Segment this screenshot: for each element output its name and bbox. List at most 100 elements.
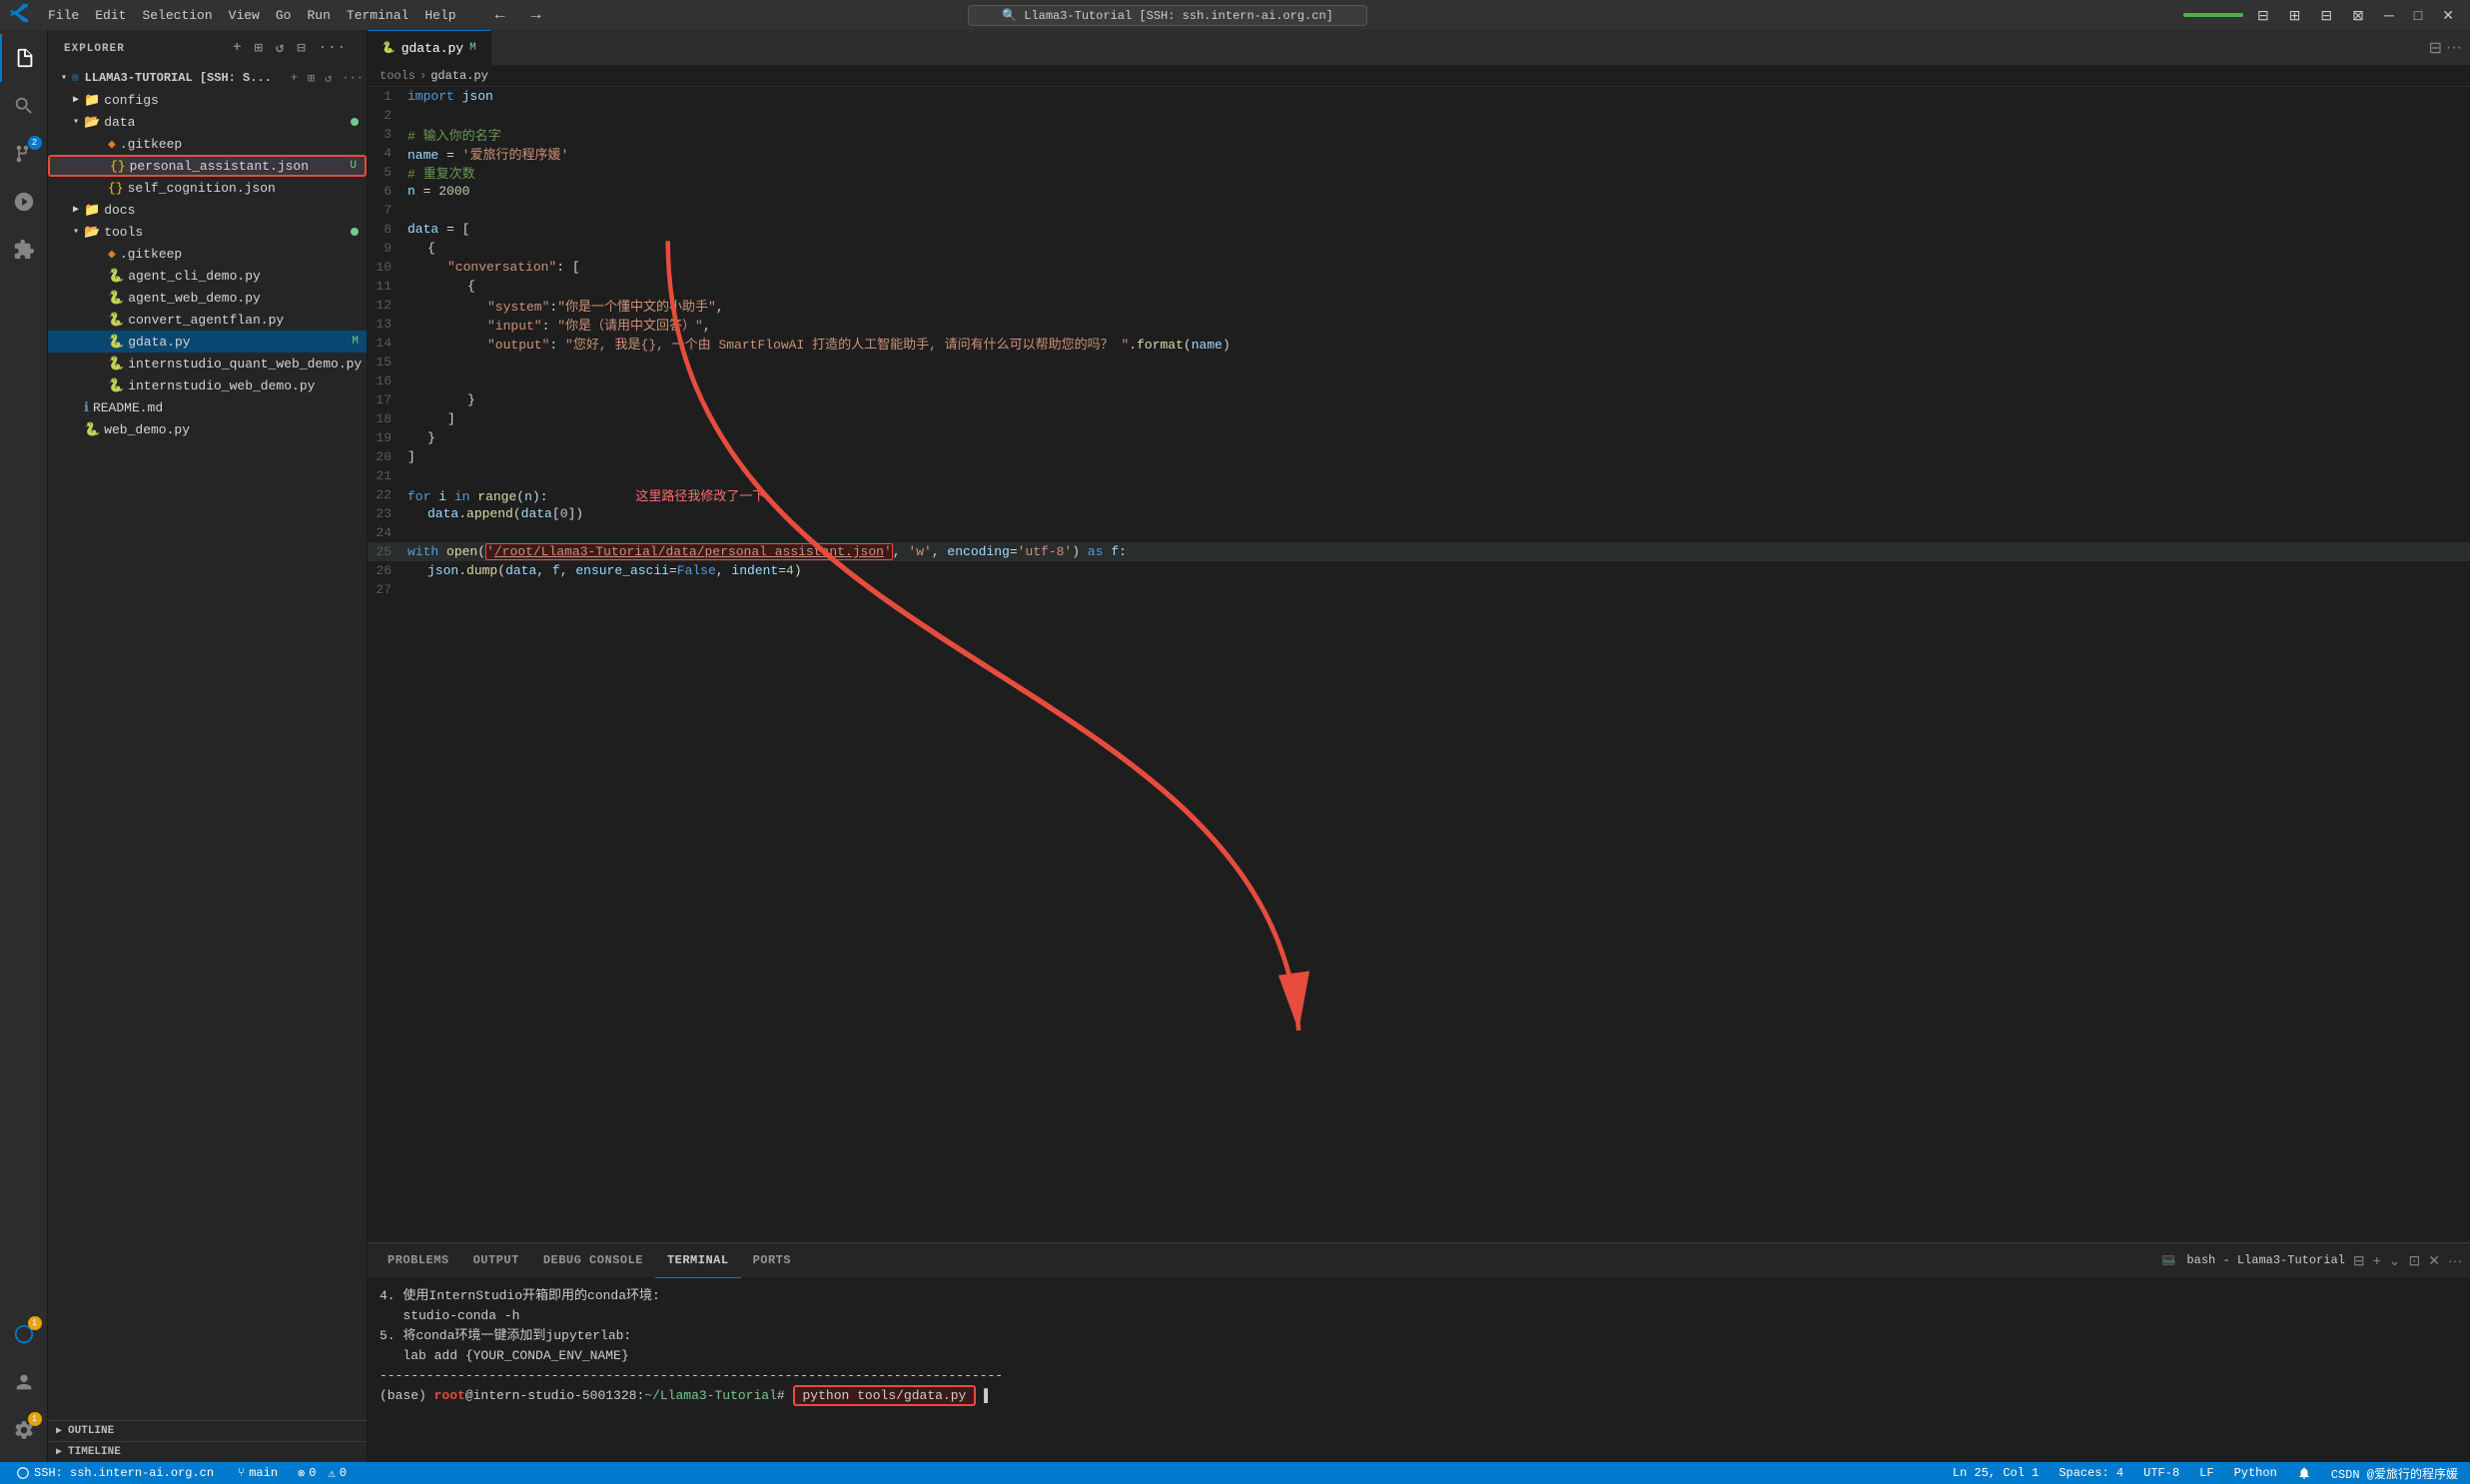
tree-item-personal-assistant[interactable]: {} personal_assistant.json U bbox=[48, 155, 367, 177]
code-line-11: 11 { bbox=[368, 277, 2470, 296]
nav-back-button[interactable]: ← bbox=[486, 4, 514, 26]
status-errors[interactable]: ⊗ 0 ⚠ 0 bbox=[294, 1466, 351, 1481]
status-csdn-label: CSDN @爱旅行的程序媛 bbox=[2331, 1465, 2458, 1482]
tree-item-agent-cli[interactable]: 🐍 agent_cli_demo.py bbox=[48, 265, 367, 287]
split-terminal-icon[interactable]: ⊟ bbox=[2353, 1252, 2365, 1269]
panel-tab-ports[interactable]: PORTS bbox=[741, 1243, 804, 1278]
close-panel-icon[interactable]: ✕ bbox=[2428, 1252, 2440, 1269]
breadcrumb-filename[interactable]: gdata.py bbox=[430, 69, 488, 83]
menu-terminal[interactable]: Terminal bbox=[347, 8, 409, 23]
collapse-all-icon[interactable]: ⊟ bbox=[293, 38, 310, 59]
tree-item-data[interactable]: ▾ 📂 data bbox=[48, 111, 367, 133]
timeline-header[interactable]: ▶ TIMELINE bbox=[48, 1442, 367, 1462]
refresh-icon[interactable]: ↺ bbox=[272, 38, 289, 59]
menu-help[interactable]: Help bbox=[424, 8, 455, 23]
window-restore-button[interactable]: □ bbox=[2408, 5, 2428, 25]
new-folder-icon[interactable]: ⊞ bbox=[250, 38, 267, 59]
maximize-panel-icon[interactable]: ⊡ bbox=[2409, 1252, 2421, 1269]
menu-file[interactable]: File bbox=[48, 8, 79, 23]
data-folder-icon: 📂 bbox=[84, 115, 100, 130]
timeline-section: ▶ TIMELINE bbox=[48, 1441, 367, 1462]
progress-bar bbox=[2183, 13, 2243, 17]
window-close-button[interactable]: ✕ bbox=[2436, 5, 2460, 26]
menu-view[interactable]: View bbox=[229, 8, 260, 23]
tab-gdata-py[interactable]: 🐍 gdata.py M bbox=[368, 30, 491, 65]
tree-item-internstudio-quant[interactable]: 🐍 internstudio_quant_web_demo.py bbox=[48, 353, 367, 374]
panel-tab-terminal[interactable]: TERMINAL bbox=[655, 1243, 741, 1278]
status-remote[interactable]: SSH: ssh.intern-ai.org.cn bbox=[8, 1466, 222, 1480]
personal-assistant-icon: {} bbox=[110, 159, 126, 174]
terminal-line-lab: lab add {YOUR_CONDA_ENV_NAME} bbox=[380, 1346, 2458, 1366]
panel-tab-problems[interactable]: PROBLEMS bbox=[376, 1243, 461, 1278]
outline-header[interactable]: ▶ OUTLINE bbox=[48, 1421, 367, 1441]
refresh-root-icon[interactable]: ↺ bbox=[322, 71, 335, 86]
status-line-col-label: Ln 25, Col 1 bbox=[1953, 1466, 2039, 1480]
tree-item-self-cognition[interactable]: {} self_cognition.json bbox=[48, 177, 367, 199]
more-panel-icon[interactable]: ··· bbox=[2448, 1252, 2462, 1268]
tab-gdata-label: gdata.py bbox=[402, 41, 463, 56]
activity-source-control-icon[interactable]: 2 bbox=[0, 130, 48, 178]
status-spaces[interactable]: Spaces: 4 bbox=[2055, 1466, 2127, 1480]
menu-run[interactable]: Run bbox=[307, 8, 330, 23]
status-notifications[interactable] bbox=[2293, 1466, 2315, 1480]
activity-account-icon[interactable] bbox=[0, 1358, 48, 1406]
tree-item-agent-web[interactable]: 🐍 agent_web_demo.py bbox=[48, 287, 367, 309]
nav-forward-button[interactable]: → bbox=[522, 4, 550, 26]
more-actions-icon[interactable]: ··· bbox=[315, 38, 351, 59]
activity-remote-icon[interactable]: 1 bbox=[0, 1310, 48, 1358]
activity-search-icon[interactable] bbox=[0, 82, 48, 130]
panel-tabs: PROBLEMS OUTPUT DEBUG CONSOLE TERMINAL P… bbox=[368, 1243, 2470, 1278]
tree-item-readme[interactable]: ℹ README.md bbox=[48, 396, 367, 418]
split-editor-icon[interactable]: ⊞ bbox=[2283, 5, 2307, 26]
terminal-dropdown-icon[interactable]: ⌄ bbox=[2389, 1252, 2401, 1269]
panel-tab-debug-console[interactable]: DEBUG CONSOLE bbox=[531, 1243, 655, 1278]
search-bar[interactable]: 🔍 Llama3-Tutorial [SSH: ssh.intern-ai.or… bbox=[968, 5, 1367, 26]
tree-item-configs[interactable]: ▶ 📁 configs bbox=[48, 89, 367, 111]
titlebar-right: ⊟ ⊞ ⊟ ⊠ ─ □ ✕ bbox=[2183, 5, 2460, 26]
menu-selection[interactable]: Selection bbox=[142, 8, 212, 23]
panel-layout-icon[interactable]: ⊟ bbox=[2314, 5, 2338, 26]
status-csdn[interactable]: CSDN @爱旅行的程序媛 bbox=[2327, 1465, 2462, 1482]
breadcrumb-tools[interactable]: tools bbox=[380, 69, 415, 83]
split-editor-right-icon[interactable]: ⊟ bbox=[2429, 38, 2442, 58]
gitkeep-tools-label: .gitkeep bbox=[120, 247, 367, 262]
more-editor-actions-icon[interactable]: ··· bbox=[2446, 38, 2462, 58]
tree-item-gitkeep-data[interactable]: ◆ .gitkeep bbox=[48, 133, 367, 155]
new-file-icon[interactable]: + bbox=[229, 38, 246, 59]
personal-assistant-label: personal_assistant.json bbox=[130, 159, 351, 174]
menu-edit[interactable]: Edit bbox=[95, 8, 126, 23]
custom-layout-icon[interactable]: ⊠ bbox=[2346, 5, 2370, 26]
code-editor[interactable]: 1 import json 2 3 # 输入你的名字 4 bbox=[368, 87, 2470, 1242]
bash-icon: bash bbox=[2161, 1253, 2175, 1267]
activity-files-icon[interactable] bbox=[0, 34, 48, 82]
status-line-col[interactable]: Ln 25, Col 1 bbox=[1949, 1466, 2043, 1480]
status-branch[interactable]: ⑂ main bbox=[234, 1466, 282, 1480]
tree-item-docs[interactable]: ▶ 📁 docs bbox=[48, 199, 367, 221]
status-encoding[interactable]: UTF-8 bbox=[2139, 1466, 2183, 1480]
activity-run-debug-icon[interactable] bbox=[0, 178, 48, 226]
tree-item-convert[interactable]: 🐍 convert_agentflan.py bbox=[48, 309, 367, 331]
layout-icon[interactable]: ⊟ bbox=[2251, 5, 2275, 26]
tree-item-web-demo[interactable]: 🐍 web_demo.py bbox=[48, 418, 367, 440]
web-demo-icon: 🐍 bbox=[84, 422, 100, 437]
terminal-content[interactable]: 4. 使用InternStudio开箱即用的conda环境: studio-co… bbox=[368, 1278, 2470, 1462]
activity-extensions-icon[interactable] bbox=[0, 226, 48, 274]
svg-text:bash: bash bbox=[2164, 1258, 2175, 1264]
add-terminal-icon[interactable]: + bbox=[2373, 1252, 2381, 1268]
menu-go[interactable]: Go bbox=[276, 8, 292, 23]
code-line-7: 7 bbox=[368, 201, 2470, 220]
tree-root[interactable]: ▾ ⊞ LLAMA3-TUTORIAL [SSH: S... + ⊞ ↺ ··· bbox=[48, 67, 367, 89]
tree-item-gitkeep-tools[interactable]: ◆ .gitkeep bbox=[48, 243, 367, 265]
tree-item-tools[interactable]: ▾ 📂 tools bbox=[48, 221, 367, 243]
status-language[interactable]: Python bbox=[2230, 1466, 2281, 1480]
docs-folder-icon: 📁 bbox=[84, 203, 100, 218]
tree-item-gdata[interactable]: 🐍 gdata.py M bbox=[48, 331, 367, 353]
activity-settings-icon[interactable]: 1 bbox=[0, 1406, 48, 1454]
new-file-root-icon[interactable]: + bbox=[288, 71, 301, 86]
tree-item-internstudio-web[interactable]: 🐍 internstudio_web_demo.py bbox=[48, 374, 367, 396]
new-folder-root-icon[interactable]: ⊞ bbox=[305, 71, 318, 86]
status-eol[interactable]: LF bbox=[2195, 1466, 2217, 1480]
more-root-icon[interactable]: ··· bbox=[339, 71, 367, 86]
panel-tab-output[interactable]: OUTPUT bbox=[461, 1243, 531, 1278]
window-minimize-button[interactable]: ─ bbox=[2378, 5, 2400, 25]
